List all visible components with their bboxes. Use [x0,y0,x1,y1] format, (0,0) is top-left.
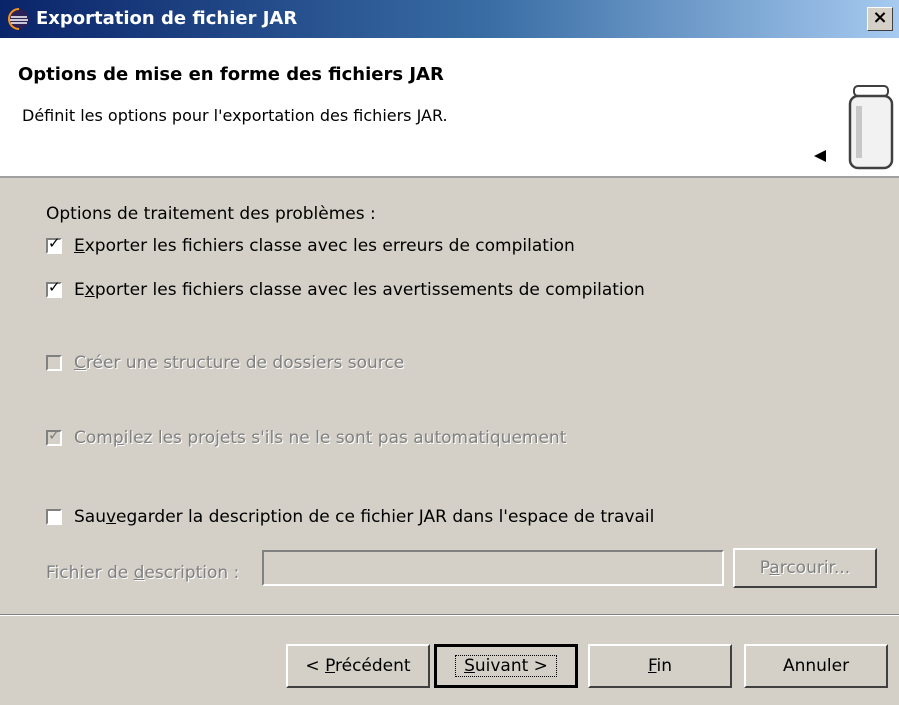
title-bar[interactable]: Exportation de fichier JAR × [0,0,899,38]
close-icon: × [872,7,888,28]
check-mark-icon: ✓ [48,278,61,296]
create-source-folders-option[interactable]: Créer une structure de dossiers source [46,353,404,373]
eclipse-icon [8,8,29,30]
problem-options-label: Options de traitement des problèmes : [46,204,376,224]
export-errors-option[interactable]: ✓ Exporter les fichiers classe avec les … [46,234,575,256]
export-warnings-checkbox[interactable]: ✓ [46,278,62,298]
browse-button[interactable]: Parcourir... [733,548,877,588]
create-source-folders-checkbox[interactable] [46,355,62,371]
description-file-label: Fichier de description : [46,563,240,583]
jar-icon [814,85,894,170]
next-button[interactable]: Suivant > [434,644,578,688]
build-projects-option[interactable]: ✓ Compilez les projets s'ils ne le sont … [46,426,567,448]
finish-button[interactable]: Fin [588,644,732,688]
check-mark-icon: ✓ [48,234,61,252]
build-projects-label: Compilez les projets s'ils ne le sont pa… [74,428,567,448]
window-title: Exportation de fichier JAR [36,8,298,29]
page-title: Options de mise en forme des fichiers JA… [18,64,444,85]
save-description-option[interactable]: Sauvegarder la description de ce fichier… [46,507,654,527]
save-description-label: Sauvegarder la description de ce fichier… [74,507,655,527]
description-file-input[interactable] [262,550,724,586]
button-bar-separator [0,614,899,616]
build-projects-checkbox[interactable]: ✓ [46,426,62,446]
export-warnings-option[interactable]: ✓ Exporter les fichiers classe avec les … [46,278,645,300]
wizard-banner: Options de mise en forme des fichiers JA… [0,38,899,178]
check-mark-icon: ✓ [48,426,61,444]
cancel-button[interactable]: Annuler [744,644,888,688]
export-warnings-label: Exporter les fichiers classe avec les av… [74,280,645,300]
save-description-checkbox[interactable] [46,509,62,525]
close-button[interactable]: × [867,7,893,31]
create-source-folders-label: Créer une structure de dossiers source [74,353,405,373]
export-errors-label: Exporter les fichiers classe avec les er… [74,236,575,256]
page-description: Définit les options pour l'exportation d… [22,106,448,125]
back-button[interactable]: < Précédent [286,644,430,688]
export-errors-checkbox[interactable]: ✓ [46,234,62,254]
